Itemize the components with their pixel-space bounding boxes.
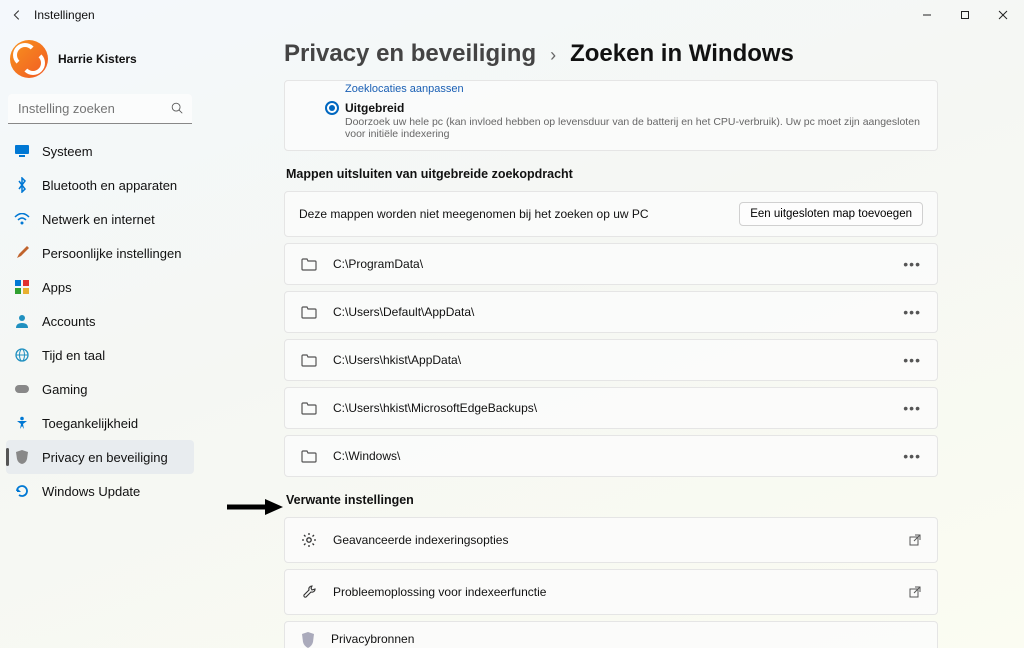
sidebar-item-update[interactable]: Windows Update	[6, 474, 194, 508]
chevron-right-icon: ›	[550, 45, 556, 66]
sidebar-item-privacy[interactable]: Privacy en beveiliging	[6, 440, 194, 474]
wifi-icon	[14, 211, 30, 227]
nav-label: Systeem	[42, 144, 93, 159]
breadcrumb-current: Zoeken in Windows	[570, 40, 794, 68]
update-icon	[14, 483, 30, 499]
sidebar-item-bluetooth[interactable]: Bluetooth en apparaten	[6, 168, 194, 202]
customize-locations-link[interactable]: Zoeklocaties aanpassen	[285, 81, 937, 95]
sidebar-item-accounts[interactable]: Accounts	[6, 304, 194, 338]
folder-icon	[301, 257, 317, 271]
folder-path: C:\ProgramData\	[333, 257, 887, 271]
folder-icon	[301, 401, 317, 415]
breadcrumb-parent[interactable]: Privacy en beveiliging	[284, 40, 536, 68]
excluded-folder-row[interactable]: C:\Users\Default\AppData\ •••	[284, 291, 938, 333]
nav-label: Toegankelijkheid	[42, 416, 138, 431]
maximize-button[interactable]	[946, 1, 984, 29]
advanced-indexing-link[interactable]: Geavanceerde indexeringsopties	[284, 517, 938, 563]
sidebar: Harrie Kisters Systeem Bluetooth en appa…	[0, 30, 200, 648]
monitor-icon	[14, 143, 30, 159]
radio-selected-icon[interactable]	[325, 101, 339, 115]
globe-icon	[14, 347, 30, 363]
sidebar-item-apps[interactable]: Apps	[6, 270, 194, 304]
accessibility-icon	[14, 415, 30, 431]
sidebar-item-time[interactable]: Tijd en taal	[6, 338, 194, 372]
troubleshoot-link[interactable]: Probleemoplossing voor indexeerfunctie	[284, 569, 938, 615]
user-name: Harrie Kisters	[58, 52, 137, 66]
back-button[interactable]	[10, 8, 24, 22]
exclude-header-card: Deze mappen worden niet meegenomen bij h…	[284, 191, 938, 237]
excluded-folder-row[interactable]: C:\Users\hkist\AppData\ •••	[284, 339, 938, 381]
sidebar-item-network[interactable]: Netwerk en internet	[6, 202, 194, 236]
sidebar-item-personalization[interactable]: Persoonlijke instellingen	[6, 236, 194, 270]
shield-icon	[14, 449, 30, 465]
add-excluded-folder-button[interactable]: Een uitgesloten map toevoegen	[739, 202, 923, 226]
indexing-mode-card: Zoeklocaties aanpassen Uitgebreid Doorzo…	[284, 80, 938, 151]
nav-label: Privacy en beveiliging	[42, 450, 168, 465]
link-label: Probleemoplossing voor indexeerfunctie	[333, 585, 893, 599]
privacy-title: Privacybronnen	[331, 632, 717, 646]
folder-path: C:\Users\hkist\AppData\	[333, 353, 887, 367]
more-icon[interactable]: •••	[903, 352, 921, 368]
apps-icon	[14, 279, 30, 295]
nav-label: Windows Update	[42, 484, 140, 499]
breadcrumb: Privacy en beveiliging › Zoeken in Windo…	[284, 30, 938, 80]
more-icon[interactable]: •••	[903, 256, 921, 272]
more-icon[interactable]: •••	[903, 304, 921, 320]
nav-label: Apps	[42, 280, 72, 295]
exclude-note: Deze mappen worden niet meegenomen bij h…	[299, 207, 649, 221]
gamepad-icon	[14, 381, 30, 397]
sidebar-item-accessibility[interactable]: Toegankelijkheid	[6, 406, 194, 440]
folder-icon	[301, 449, 317, 463]
wrench-icon	[301, 584, 317, 600]
external-link-icon	[909, 586, 921, 598]
excluded-folder-row[interactable]: C:\Windows\ •••	[284, 435, 938, 477]
search-icon	[170, 101, 184, 115]
sidebar-item-gaming[interactable]: Gaming	[6, 372, 194, 406]
more-icon[interactable]: •••	[903, 400, 921, 416]
nav: Systeem Bluetooth en apparaten Netwerk e…	[6, 134, 194, 508]
user-block[interactable]: Harrie Kisters	[6, 36, 194, 90]
extended-option-title: Uitgebreid	[345, 101, 923, 115]
minimize-button[interactable]	[908, 1, 946, 29]
extended-option-desc: Doorzoek uw hele pc (kan invloed hebben …	[345, 116, 923, 140]
nav-label: Tijd en taal	[42, 348, 105, 363]
nav-label: Gaming	[42, 382, 88, 397]
sidebar-item-system[interactable]: Systeem	[6, 134, 194, 168]
nav-label: Netwerk en internet	[42, 212, 155, 227]
titlebar: Instellingen	[0, 0, 1024, 30]
folder-path: C:\Windows\	[333, 449, 887, 463]
search-input[interactable]	[8, 94, 192, 124]
external-link-icon	[909, 534, 921, 546]
excluded-folder-row[interactable]: C:\ProgramData\ •••	[284, 243, 938, 285]
shield-icon	[301, 632, 315, 648]
content-area: Privacy en beveiliging › Zoeken in Windo…	[200, 30, 1024, 648]
link-label: Geavanceerde indexeringsopties	[333, 533, 893, 547]
brush-icon	[14, 245, 30, 261]
nav-label: Bluetooth en apparaten	[42, 178, 177, 193]
bluetooth-icon	[14, 177, 30, 193]
folder-icon	[301, 305, 317, 319]
nav-label: Accounts	[42, 314, 95, 329]
folder-icon	[301, 353, 317, 367]
search-box[interactable]	[8, 94, 192, 124]
privacy-resources-card: Privacybronnen Over deze instellingen en…	[284, 621, 938, 648]
folder-path: C:\Users\hkist\MicrosoftEdgeBackups\	[333, 401, 887, 415]
related-section-header: Verwante instellingen	[286, 493, 938, 507]
annotation-arrow	[225, 497, 285, 517]
folder-path: C:\Users\Default\AppData\	[333, 305, 887, 319]
window-title: Instellingen	[34, 8, 95, 22]
avatar	[10, 40, 48, 78]
close-button[interactable]	[984, 1, 1022, 29]
excluded-folder-row[interactable]: C:\Users\hkist\MicrosoftEdgeBackups\ •••	[284, 387, 938, 429]
exclude-section-header: Mappen uitsluiten van uitgebreide zoekop…	[286, 167, 938, 181]
person-icon	[14, 313, 30, 329]
gear-icon	[301, 532, 317, 548]
more-icon[interactable]: •••	[903, 448, 921, 464]
nav-label: Persoonlijke instellingen	[42, 246, 181, 261]
